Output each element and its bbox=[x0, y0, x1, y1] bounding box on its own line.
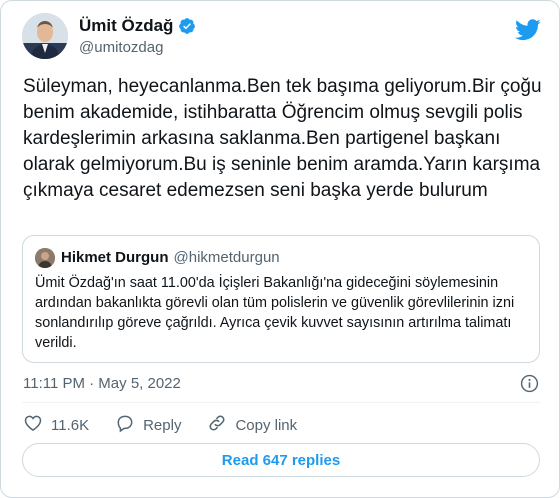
reply-icon bbox=[115, 413, 135, 437]
tweet-timestamp[interactable]: 11:11 PM · May 5, 2022 bbox=[23, 375, 181, 392]
link-icon bbox=[207, 413, 227, 437]
quoted-text: Ümit Özdağ'ın saat 11.00'da İçişleri Bak… bbox=[35, 275, 515, 351]
like-count: 11.6K bbox=[51, 416, 90, 434]
author-avatar[interactable] bbox=[22, 13, 68, 59]
info-icon[interactable] bbox=[520, 374, 539, 393]
author-handle[interactable]: @umitozdag bbox=[79, 39, 163, 56]
quoted-author-avatar bbox=[35, 248, 55, 268]
quoted-author-handle: @hikmetdurgun bbox=[173, 249, 280, 266]
author-name-row: Ümit Özdağ bbox=[79, 16, 196, 36]
quoted-header: Hikmet Durgun @hikmetdurgun bbox=[61, 249, 280, 266]
author-name[interactable]: Ümit Özdağ bbox=[79, 16, 173, 36]
quoted-tweet[interactable]: Hikmet Durgun @hikmetdurgun Ümit Özdağ'ı… bbox=[22, 235, 540, 363]
quoted-author-name: Hikmet Durgun bbox=[61, 249, 169, 266]
action-bar: 11.6K Reply Copy link bbox=[23, 414, 297, 436]
tweet-text: Süleyman, heyecanlanma.Ben tek başıma ge… bbox=[23, 76, 542, 201]
like-button[interactable]: 11.6K bbox=[23, 413, 89, 437]
twitter-bird-icon[interactable] bbox=[515, 19, 541, 41]
copy-link-button[interactable]: Copy link bbox=[207, 413, 297, 437]
heart-icon bbox=[23, 413, 43, 437]
read-replies-button[interactable]: Read 647 replies bbox=[22, 443, 540, 477]
reply-button[interactable]: Reply bbox=[115, 413, 181, 437]
divider bbox=[22, 402, 540, 403]
verified-badge-icon bbox=[178, 17, 196, 35]
copy-link-label: Copy link bbox=[235, 416, 298, 434]
tweet-embed-card: Ümit Özdağ @umitozdag Süleyman, heyecanl… bbox=[0, 0, 560, 498]
reply-label: Reply bbox=[143, 416, 182, 434]
